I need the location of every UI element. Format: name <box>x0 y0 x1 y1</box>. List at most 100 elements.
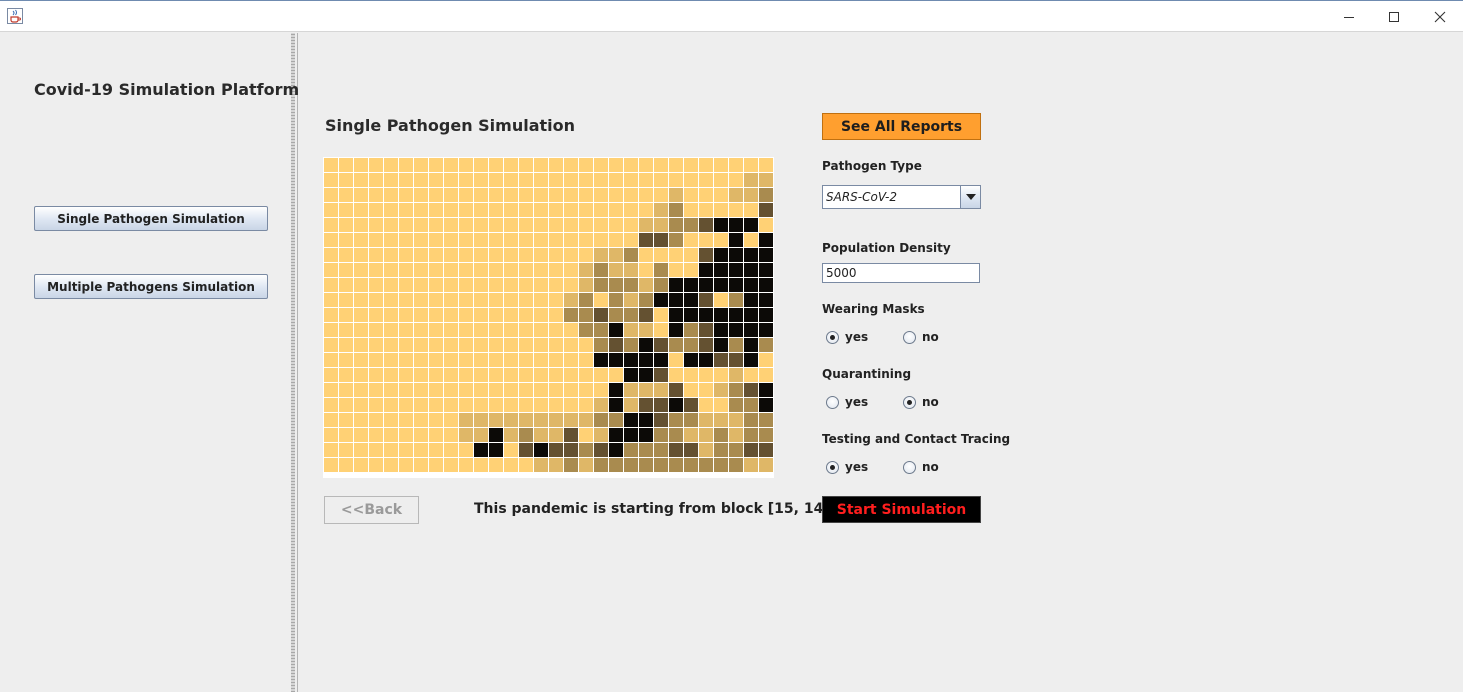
grid-cell <box>669 263 684 278</box>
population-density-field[interactable] <box>822 263 980 283</box>
grid-cell <box>474 398 489 413</box>
grid-cell <box>324 368 339 383</box>
grid-cell <box>534 308 549 323</box>
chevron-down-icon[interactable] <box>960 186 980 208</box>
grid-cell <box>669 443 684 458</box>
grid-cell <box>459 158 474 173</box>
grid-cell <box>474 233 489 248</box>
grid-cell <box>609 233 624 248</box>
grid-cell <box>324 278 339 293</box>
grid-cell <box>414 413 429 428</box>
grid-cell <box>444 338 459 353</box>
grid-cell <box>519 233 534 248</box>
grid-cell <box>564 248 579 263</box>
grid-cell <box>459 443 474 458</box>
grid-cell <box>399 443 414 458</box>
grid-cell <box>504 248 519 263</box>
testing-yes-radio[interactable]: yes <box>826 460 868 474</box>
grid-cell <box>414 278 429 293</box>
multiple-pathogens-button[interactable]: Multiple Pathogens Simulation <box>34 274 268 299</box>
testing-no-radio[interactable]: no <box>903 460 939 474</box>
grid-cell <box>759 323 774 338</box>
grid-cell <box>429 278 444 293</box>
maximize-icon[interactable] <box>1371 1 1417 32</box>
grid-cell <box>489 293 504 308</box>
minimize-icon[interactable] <box>1326 1 1372 32</box>
grid-cell <box>699 338 714 353</box>
grid-cell <box>459 293 474 308</box>
grid-cell <box>534 188 549 203</box>
grid-cell <box>549 338 564 353</box>
quarantining-no-radio[interactable]: no <box>903 395 939 409</box>
grid-cell <box>729 293 744 308</box>
grid-cell <box>639 188 654 203</box>
grid-cell <box>459 413 474 428</box>
grid-cell <box>354 218 369 233</box>
grid-cell <box>654 368 669 383</box>
grid-cell <box>519 158 534 173</box>
close-icon[interactable] <box>1417 1 1463 32</box>
grid-cell <box>729 458 744 473</box>
grid-cell <box>414 443 429 458</box>
grid-cell <box>369 383 384 398</box>
grid-cell <box>744 323 759 338</box>
grid-cell <box>384 308 399 323</box>
radio-button-icon <box>826 330 839 344</box>
quarantining-no-label: no <box>922 395 939 409</box>
grid-cell <box>549 398 564 413</box>
grid-cell <box>354 173 369 188</box>
grid-cell <box>564 293 579 308</box>
grid-cell <box>549 218 564 233</box>
grid-cell <box>684 248 699 263</box>
grid-cell <box>579 293 594 308</box>
grid-cell <box>579 338 594 353</box>
grid-cell <box>624 338 639 353</box>
grid-cell <box>549 278 564 293</box>
grid-cell <box>624 383 639 398</box>
grid-cell <box>474 413 489 428</box>
grid-cell <box>699 308 714 323</box>
grid-cell <box>699 353 714 368</box>
grid-cell <box>594 278 609 293</box>
start-simulation-button[interactable]: Start Simulation <box>822 496 981 523</box>
grid-cell <box>549 158 564 173</box>
grid-cell <box>369 188 384 203</box>
grid-cell <box>744 263 759 278</box>
radio-button-icon <box>903 460 916 474</box>
split-pane-grip-icon[interactable] <box>291 33 295 692</box>
grid-cell <box>714 323 729 338</box>
back-button[interactable]: <<Back <box>324 496 419 524</box>
java-cup-icon[interactable] <box>7 8 23 24</box>
quarantining-yes-radio[interactable]: yes <box>826 395 868 409</box>
grid-cell <box>414 158 429 173</box>
grid-cell <box>669 233 684 248</box>
grid-cell <box>399 158 414 173</box>
grid-cell <box>729 278 744 293</box>
single-pathogen-button[interactable]: Single Pathogen Simulation <box>34 206 268 231</box>
grid-cell <box>594 248 609 263</box>
grid-cell <box>639 233 654 248</box>
grid-cell <box>354 323 369 338</box>
grid-cell <box>459 308 474 323</box>
grid-cell <box>429 263 444 278</box>
grid-cell <box>504 278 519 293</box>
grid-cell <box>354 293 369 308</box>
grid-cell <box>564 428 579 443</box>
grid-cell <box>414 368 429 383</box>
grid-cell <box>444 398 459 413</box>
grid-cell <box>744 413 759 428</box>
masks-no-radio[interactable]: no <box>903 330 939 344</box>
grid-cell <box>399 398 414 413</box>
grid-cell <box>519 308 534 323</box>
see-all-reports-button[interactable]: See All Reports <box>822 113 981 140</box>
grid-cell <box>684 398 699 413</box>
grid-cell <box>564 368 579 383</box>
grid-cell <box>444 323 459 338</box>
masks-yes-radio[interactable]: yes <box>826 330 868 344</box>
grid-cell <box>429 398 444 413</box>
grid-cell <box>684 428 699 443</box>
pathogen-type-select[interactable]: SARS-CoV-2 <box>822 185 981 209</box>
grid-cell <box>744 383 759 398</box>
grid-cell <box>549 458 564 473</box>
grid-cell <box>759 233 774 248</box>
